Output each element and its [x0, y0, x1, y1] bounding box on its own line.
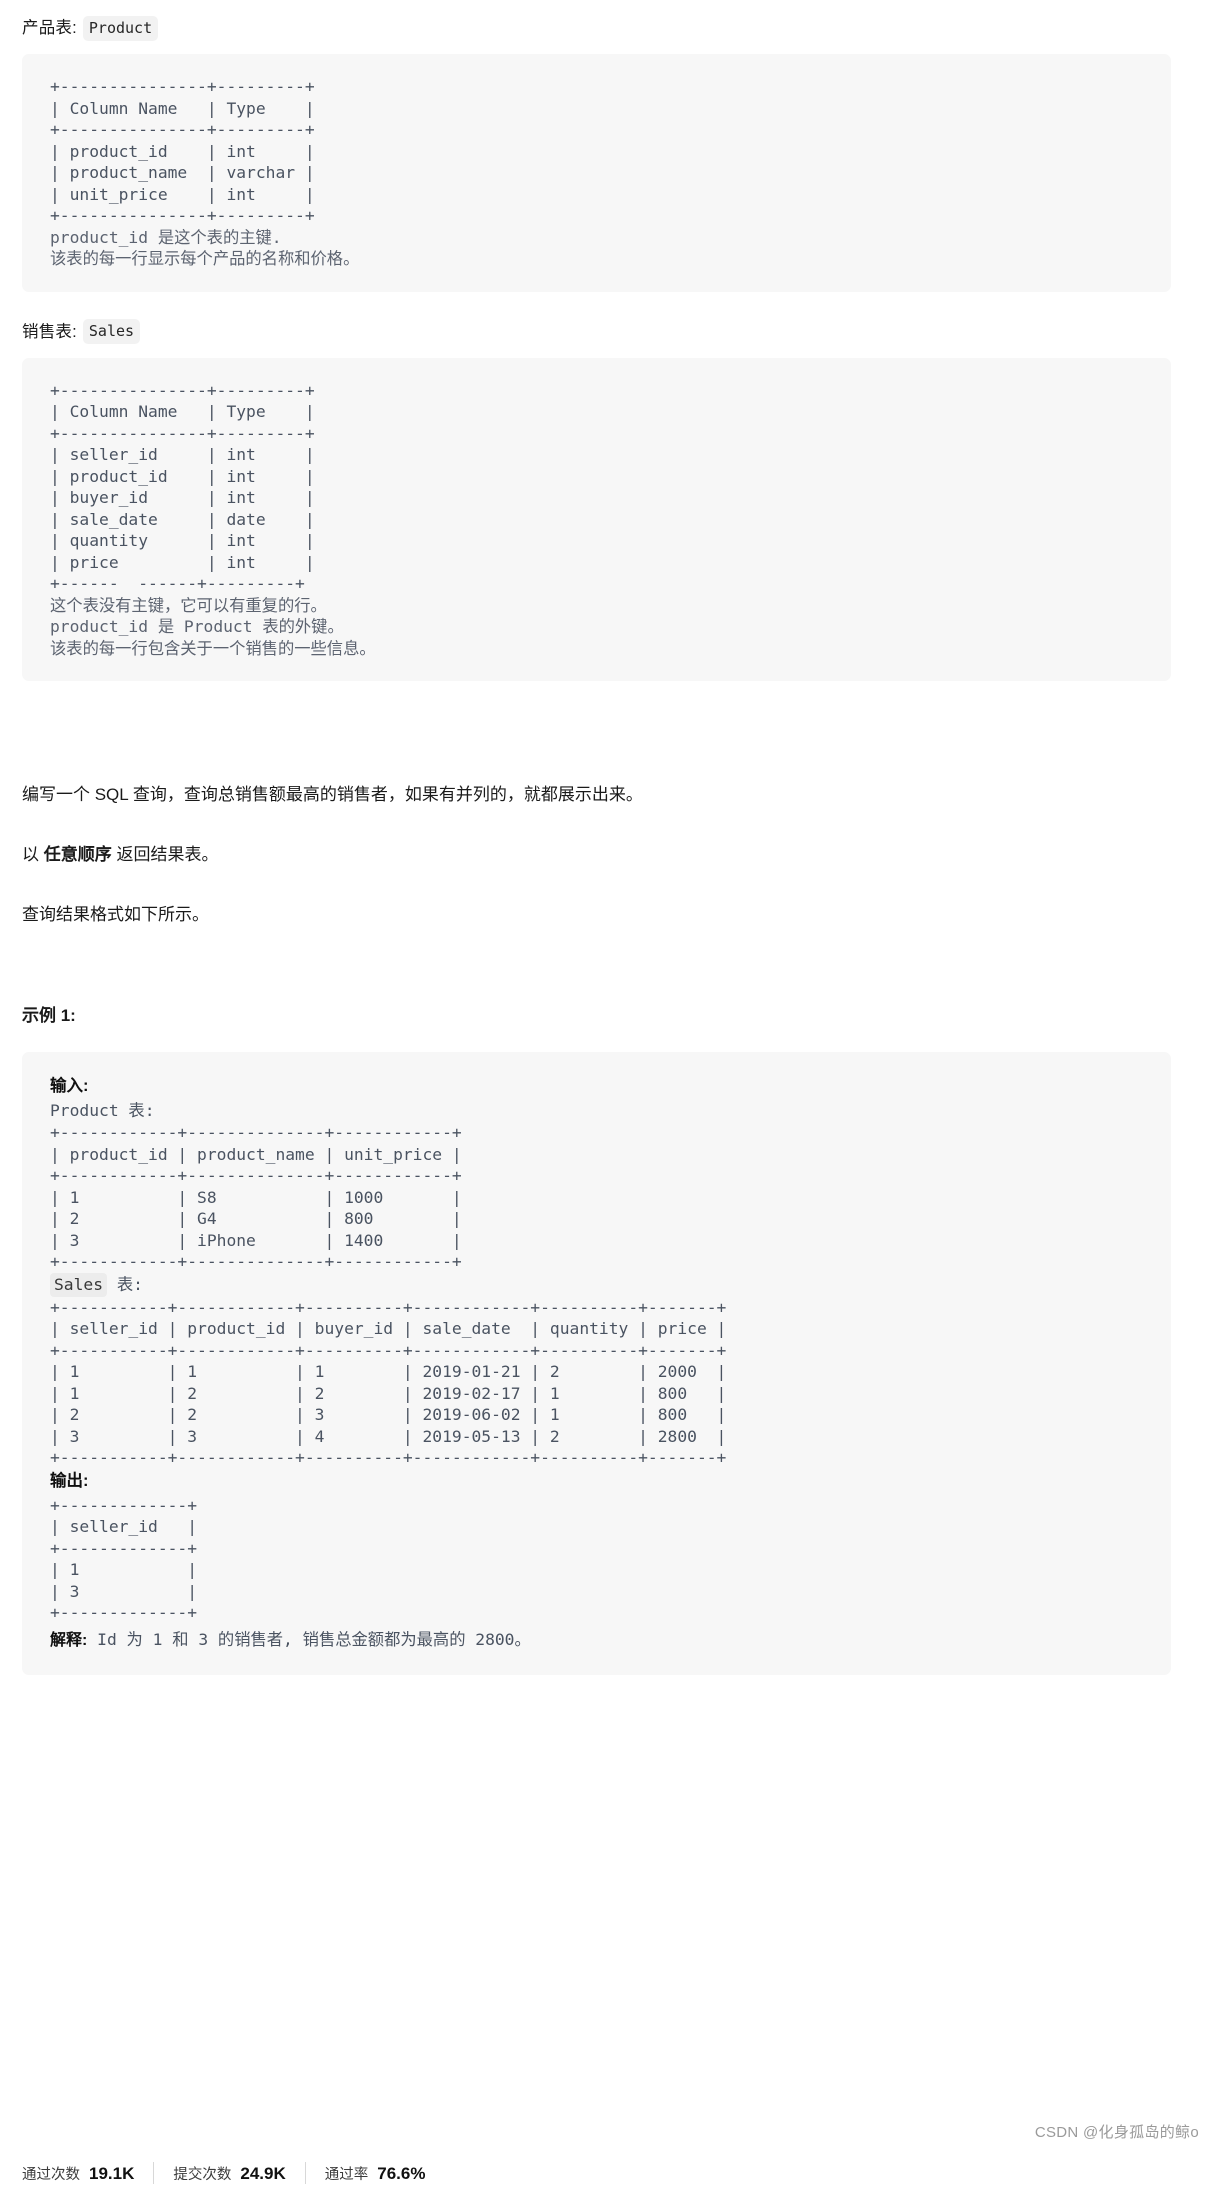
example-product-table-label: Product 表:: [50, 1101, 155, 1120]
sales-label-suffix: 表:: [107, 1274, 143, 1294]
output-label: 输出:: [50, 1471, 89, 1490]
stat-acceptance-rate-label: 通过率: [324, 2166, 369, 2183]
footer-stats: 通过次数 19.1K 提交次数 24.9K 通过率 76.6%: [22, 2162, 444, 2184]
stat-acceptance-rate-value: 76.6%: [377, 2163, 426, 2183]
example-block: 输入: Product 表: +------------+-----------…: [22, 1052, 1171, 1675]
product-schema-notes: product_id 是这个表的主键. 该表的每一行显示每个产品的名称和价格。: [50, 227, 360, 269]
example-product-ascii: +------------+--------------+-----------…: [50, 1123, 462, 1271]
question-line-2: 以 任意顺序 返回结果表。: [22, 841, 1193, 869]
order-prefix: 以: [22, 845, 44, 864]
explain-label: 解释:: [50, 1631, 88, 1649]
order-suffix: 返回结果表。: [111, 845, 219, 864]
order-bold: 任意顺序: [43, 845, 112, 864]
example-title: 示例 1:: [22, 1006, 76, 1025]
product-table-name-code: Product: [82, 15, 159, 41]
watermark: CSDN @化身孤岛的鲸o: [1034, 2124, 1199, 2141]
question-line-3: 查询结果格式如下所示。: [22, 905, 209, 924]
example-sales-ascii: +-----------+------------+----------+---…: [50, 1297, 727, 1468]
product-schema-ascii: +---------------+---------+ | Column Nam…: [50, 77, 315, 225]
problem-page: 产品表: Product +---------------+---------+…: [0, 0, 1215, 1675]
stat-divider-1: [153, 2162, 155, 2184]
sales-code-tag: Sales: [50, 1272, 108, 1297]
example-spacer: [22, 961, 1193, 1001]
example-output-ascii: +-------------+ | seller_id | +---------…: [50, 1495, 198, 1623]
sales-caption-label: 销售表:: [22, 322, 77, 341]
stat-submissions-label: 提交次数: [173, 2166, 232, 2183]
example-sales-table-label: Sales 表:: [50, 1272, 1143, 1297]
sales-schema-block: +---------------+---------+ | Column Nam…: [22, 357, 1171, 681]
explain-text: Id 为 1 和 3 的销售者, 销售总金额都为最高的 2800。: [87, 1629, 531, 1649]
stat-accepted-label: 通过次数: [22, 2166, 80, 2183]
sales-schema-notes: 这个表没有主键，它可以有重复的行。 product_id 是 Product 表…: [50, 595, 376, 658]
question-line-1: 编写一个 SQL 查询，查询总销售额最高的销售者，如果有并列的，就都展示出来。: [22, 785, 643, 804]
product-caption-label: 产品表:: [22, 19, 77, 37]
example-explanation: 解释: Id 为 1 和 3 的销售者, 销售总金额都为最高的 2800。: [50, 1628, 1143, 1653]
stat-accepted-value: 19.1K: [89, 2163, 135, 2183]
stat-submissions: 提交次数 24.9K: [173, 2163, 304, 2184]
sales-table-caption: 销售表: Sales: [22, 318, 1193, 346]
stat-accepted: 通过次数 19.1K: [22, 2163, 153, 2184]
stat-acceptance-rate: 通过率 76.6%: [325, 2163, 445, 2184]
input-label: 输入:: [50, 1077, 89, 1095]
stat-submissions-value: 24.9K: [240, 2163, 286, 2183]
product-table-caption: 产品表: Product: [22, 14, 1193, 42]
sales-schema-ascii: +---------------+---------+ | Column Nam…: [50, 380, 315, 594]
product-schema-block: +---------------+---------+ | Column Nam…: [22, 54, 1171, 292]
stat-divider-2: [304, 2162, 306, 2184]
sales-table-name-code: Sales: [82, 319, 141, 344]
